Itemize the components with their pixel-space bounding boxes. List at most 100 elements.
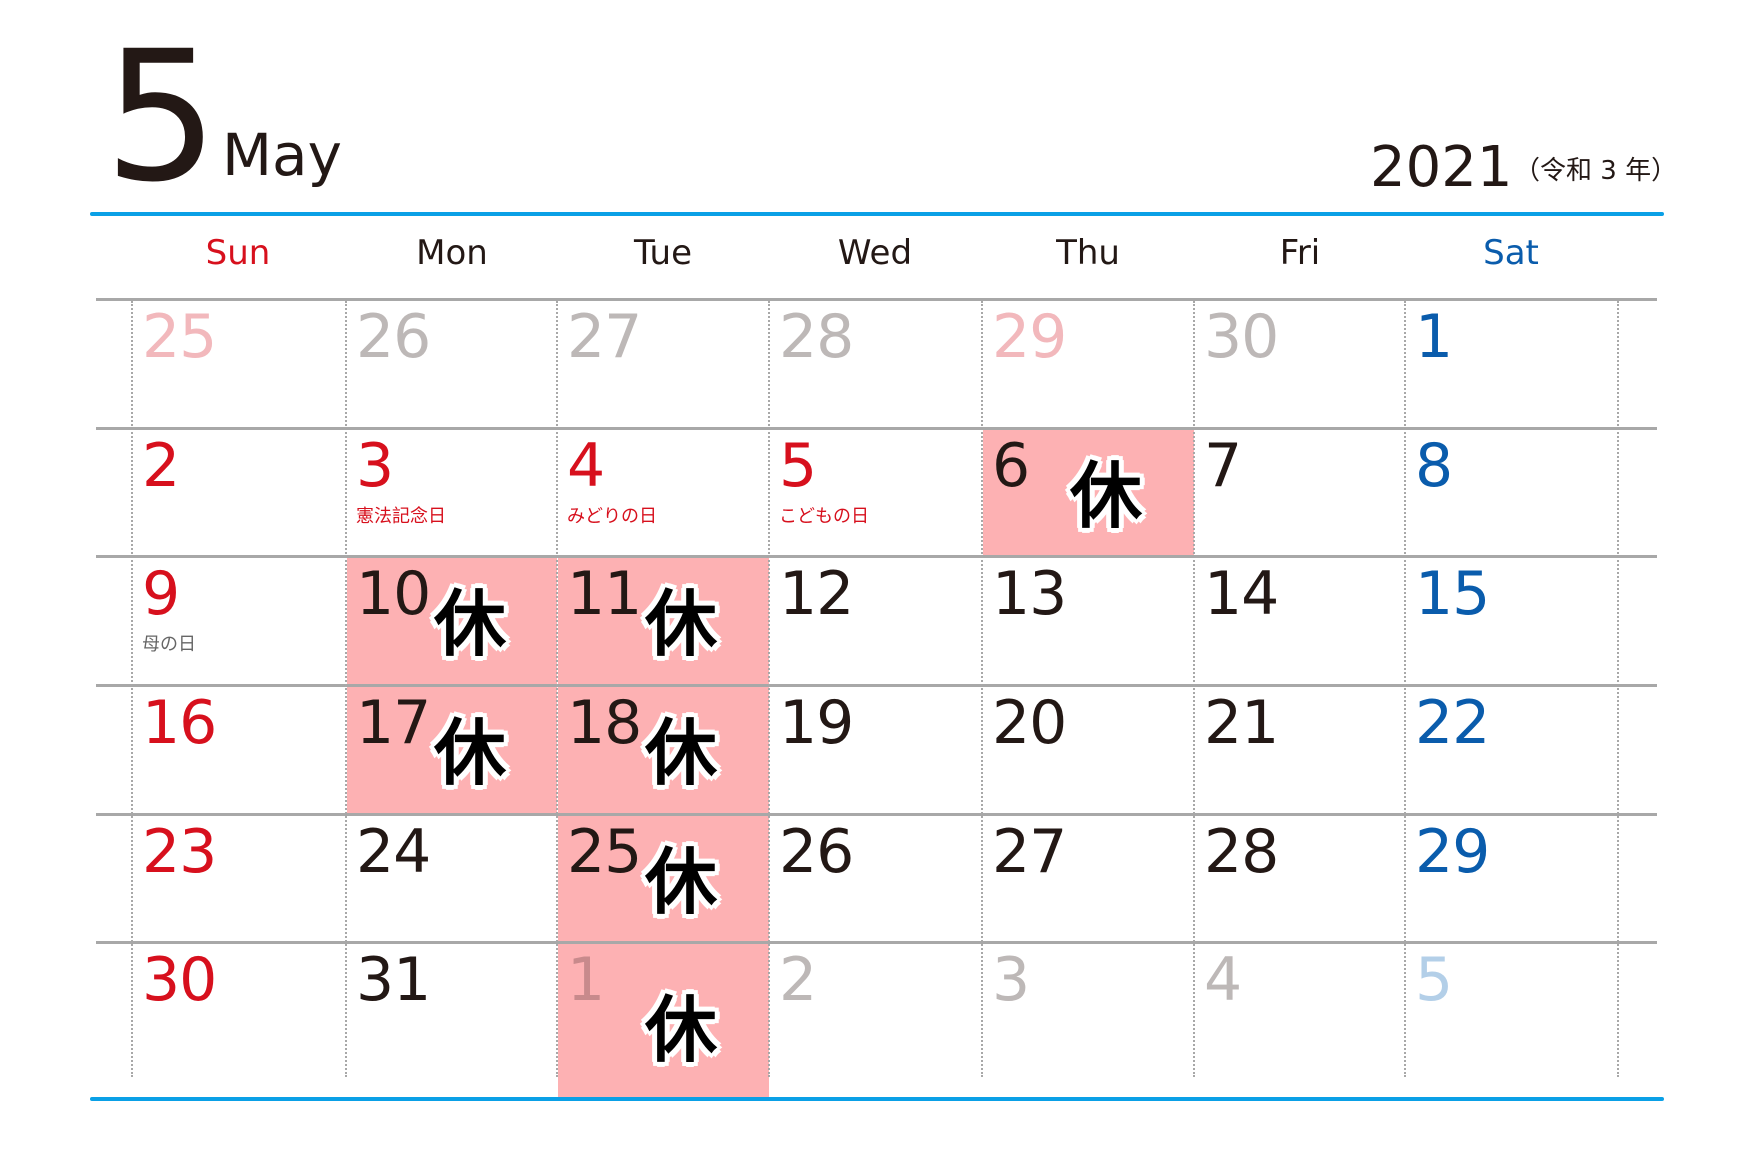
day-number: 7 (1204, 431, 1242, 501)
day-cell[interactable]: 8 (1405, 428, 1618, 556)
day-number: 26 (356, 302, 431, 372)
day-cell[interactable]: 15 (1405, 556, 1618, 685)
day-cell[interactable]: 29 (1405, 814, 1618, 942)
day-number: 21 (1204, 688, 1279, 758)
day-cell[interactable]: 30 (1194, 299, 1405, 428)
month-number: 5 (104, 13, 219, 222)
day-number: 18 (567, 688, 642, 758)
closed-day-mark: 休 (1070, 454, 1143, 538)
day-number: 1 (1415, 302, 1453, 372)
holiday-label: みどりの日 (567, 506, 657, 527)
day-cell[interactable]: 2 (769, 942, 982, 1097)
day-cell[interactable]: 12 (769, 556, 982, 685)
day-number: 28 (779, 302, 854, 372)
day-number: 15 (1415, 559, 1490, 629)
day-number: 23 (142, 817, 217, 887)
day-cell[interactable]: 27 (557, 299, 769, 428)
day-number: 29 (992, 302, 1067, 372)
day-number: 30 (142, 945, 217, 1015)
day-number: 12 (779, 559, 854, 629)
day-number: 28 (1204, 817, 1279, 887)
day-cell[interactable]: 5 (1405, 942, 1618, 1097)
day-number: 25 (567, 817, 642, 887)
weekday-mon: Mon (416, 233, 488, 273)
day-cell[interactable]: 31 (346, 942, 557, 1097)
bottom-accent-line (90, 1097, 1664, 1101)
day-number: 26 (779, 817, 854, 887)
day-number: 25 (142, 302, 217, 372)
day-number: 3 (356, 431, 394, 501)
day-cell[interactable]: 22 (1405, 685, 1618, 814)
closed-day-mark: 休 (434, 711, 507, 795)
japanese-era: （令和 3 年） (1514, 156, 1678, 186)
day-cell[interactable]: 2 (132, 428, 346, 556)
closed-day-mark: 休 (434, 582, 507, 666)
day-cell[interactable]: 27 (982, 814, 1194, 942)
day-number: 30 (1204, 302, 1279, 372)
day-cell[interactable]: 1休 (557, 942, 769, 1097)
weekday-wed: Wed (837, 233, 913, 273)
day-number: 2 (779, 945, 817, 1015)
weekday-thu: Thu (1056, 233, 1120, 273)
day-cell[interactable]: 24 (346, 814, 557, 942)
day-cell[interactable]: 29 (982, 299, 1194, 428)
day-number: 2 (142, 431, 180, 501)
day-number: 27 (992, 817, 1067, 887)
day-cell[interactable]: 21 (1194, 685, 1405, 814)
day-cell[interactable]: 5 こどもの日 (769, 428, 982, 556)
weekday-sun: Sun (205, 233, 271, 273)
day-number: 4 (567, 431, 605, 501)
day-number: 29 (1415, 817, 1490, 887)
day-number: 20 (992, 688, 1067, 758)
day-cell[interactable]: 3 (982, 942, 1194, 1097)
day-cell[interactable]: 26 (769, 814, 982, 942)
day-cell[interactable]: 16 (132, 685, 346, 814)
observance-label: 母の日 (142, 634, 196, 655)
weekday-tue: Tue (633, 233, 693, 273)
day-number: 27 (567, 302, 642, 372)
closed-day-mark: 休 (645, 988, 718, 1072)
closed-day-mark: 休 (645, 840, 718, 924)
holiday-label: 憲法記念日 (356, 506, 446, 527)
day-cell[interactable]: 9 母の日 (132, 556, 346, 685)
day-cell[interactable]: 17 休 (346, 685, 557, 814)
day-cell[interactable]: 18 休 (557, 685, 769, 814)
day-cell[interactable]: 23 (132, 814, 346, 942)
day-cell[interactable]: 25 (132, 299, 346, 428)
closed-day-mark: 休 (645, 711, 718, 795)
day-number: 14 (1204, 559, 1279, 629)
weekday-fri: Fri (1279, 233, 1321, 273)
day-cell[interactable]: 25 休 (557, 814, 769, 942)
day-number: 19 (779, 688, 854, 758)
day-number: 31 (356, 945, 431, 1015)
day-number: 1 (567, 945, 605, 1015)
day-cell[interactable]: 4 (1194, 942, 1405, 1097)
closed-day-mark: 休 (645, 582, 718, 666)
day-number: 6 (992, 431, 1030, 501)
day-cell[interactable]: 3 憲法記念日 (346, 428, 557, 556)
day-number: 16 (142, 688, 217, 758)
day-cell[interactable]: 4 みどりの日 (557, 428, 769, 556)
month-name: May (222, 121, 342, 189)
day-cell[interactable]: 1 (1405, 299, 1618, 428)
day-cell[interactable]: 30 (132, 942, 346, 1097)
day-number: 3 (992, 945, 1030, 1015)
day-number: 11 (567, 559, 642, 629)
day-number: 9 (142, 559, 180, 629)
day-cell[interactable]: 28 (769, 299, 982, 428)
day-number: 17 (356, 688, 431, 758)
weekday-sat: Sat (1483, 233, 1539, 273)
day-cell[interactable]: 6休 (982, 428, 1194, 556)
day-cell[interactable]: 13 (982, 556, 1194, 685)
day-cell[interactable]: 10 休 (346, 556, 557, 685)
day-cell[interactable]: 20 (982, 685, 1194, 814)
day-cell[interactable]: 28 (1194, 814, 1405, 942)
day-cell[interactable]: 7 (1194, 428, 1405, 556)
day-cell[interactable]: 19 (769, 685, 982, 814)
day-cell[interactable]: 26 (346, 299, 557, 428)
day-cell[interactable]: 14 (1194, 556, 1405, 685)
day-number: 8 (1415, 431, 1453, 501)
day-number: 10 (356, 559, 431, 629)
day-cell[interactable]: 11 休 (557, 556, 769, 685)
day-number: 24 (356, 817, 431, 887)
